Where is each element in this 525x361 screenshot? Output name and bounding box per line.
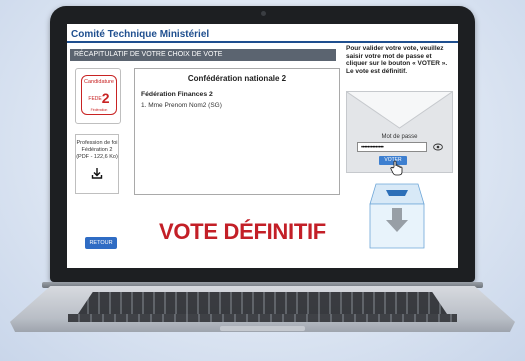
vote-definitif-banner: VOTE DÉFINITIF — [159, 219, 326, 244]
keyboard-row — [68, 314, 457, 322]
candidature-logo: Candidature FEDE2 Fédération — [81, 75, 117, 115]
trackpad — [220, 326, 305, 331]
vote-instructions: Pour valider votre vote, veuillez saisir… — [346, 45, 448, 75]
envelope-panel: Mot de passe •••••••••••••• VOTER — [346, 91, 453, 176]
title-divider — [67, 41, 458, 43]
candidature-code-line: FEDE2 — [82, 90, 116, 106]
download-icon[interactable] — [91, 167, 103, 179]
federation-name: Fédération Finances 2 — [141, 91, 213, 98]
password-input[interactable]: •••••••••••••• — [357, 142, 427, 152]
profession-line3: (PDF - 122,6 Ko) — [76, 154, 118, 160]
profession-line2: Fédération 2 — [81, 147, 113, 153]
app-title: Comité Technique Ministériel — [71, 29, 210, 40]
candidature-code: FEDE — [88, 96, 102, 102]
candidature-card: Candidature FEDE2 Fédération — [75, 68, 121, 124]
eye-icon[interactable] — [433, 143, 443, 151]
laptop-scene: Comité Technique Ministériel RÉCAPITULAT… — [0, 0, 525, 361]
profession-line1: Profession de foi — [76, 140, 118, 146]
recap-header: RÉCAPITULATIF DE VOTRE CHOIX DE VOTE — [70, 49, 336, 61]
keyboard — [78, 292, 447, 314]
confederation-name: Confédération nationale 2 — [187, 74, 287, 83]
laptop-screen: Comité Technique Ministériel RÉCAPITULAT… — [67, 24, 458, 268]
hand-cursor-icon — [390, 160, 403, 176]
vote-choice-panel: Confédération nationale 2 Fédération Fin… — [134, 68, 340, 195]
candidature-label: Candidature — [84, 79, 114, 85]
back-button[interactable]: RETOUR — [85, 237, 117, 249]
profession-de-foi-link[interactable]: Profession de foi Fédération 2 (PDF - 12… — [75, 134, 119, 194]
ballot-box-icon — [369, 183, 425, 249]
webcam — [260, 11, 266, 16]
candidate-name: 1. Mme Prenom Nom2 (SG) — [141, 102, 222, 109]
password-label: Mot de passe — [381, 134, 418, 140]
candidature-detail: Fédération — [90, 108, 108, 112]
candidature-number: 2 — [101, 90, 110, 106]
envelope-flap — [347, 92, 452, 129]
